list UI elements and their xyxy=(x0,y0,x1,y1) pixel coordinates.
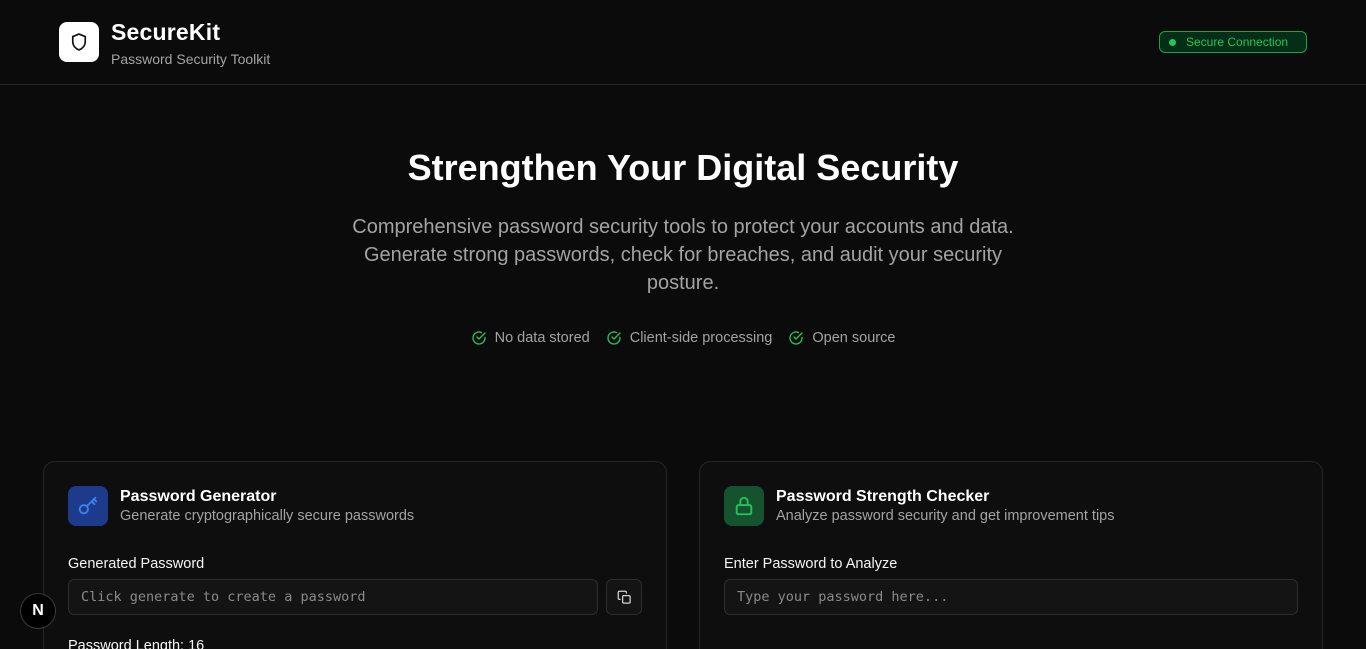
copy-icon xyxy=(617,590,631,604)
analyze-password-input[interactable] xyxy=(724,579,1298,615)
secure-connection-label: Secure Connection xyxy=(1186,35,1289,49)
hero-title: Strengthen Your Digital Security xyxy=(407,147,959,188)
check-circle-icon xyxy=(789,331,804,345)
generator-icon-box xyxy=(68,486,108,526)
copy-password-button[interactable] xyxy=(606,579,642,615)
check-circle-icon xyxy=(607,331,621,345)
generator-subtitle: Generate cryptographically secure passwo… xyxy=(120,508,415,524)
nextjs-logo-icon: N xyxy=(32,602,44,619)
generated-password-label: Generated Password xyxy=(68,556,205,572)
checker-icon-box xyxy=(724,486,764,526)
feature-item: Client-side processing xyxy=(606,330,773,346)
checker-subtitle: Analyze password security and get improv… xyxy=(776,508,1115,524)
hero-description: Comprehensive password security tools to… xyxy=(352,216,1014,294)
feature-item: No data stored xyxy=(471,330,590,346)
checker-title: Password Strength Checker xyxy=(776,488,990,505)
feature-item: Open source xyxy=(788,330,895,346)
generated-password-field[interactable] xyxy=(68,579,598,615)
feature-label: No data stored xyxy=(494,330,590,346)
logo[interactable] xyxy=(59,22,99,62)
secure-connection-badge: Secure Connection xyxy=(1159,31,1307,53)
generator-title: Password Generator xyxy=(120,488,277,505)
password-strength-checker-card: Password Strength Checker Analyze passwo… xyxy=(699,461,1323,649)
lock-icon xyxy=(735,496,753,516)
check-circle-icon xyxy=(471,331,486,345)
password-generator-card: Password Generator Generate cryptographi… xyxy=(43,461,667,649)
shield-icon xyxy=(71,33,87,51)
password-length-label: Password Length: 16 xyxy=(68,638,205,649)
key-icon xyxy=(78,496,98,515)
brand-name: SecureKit xyxy=(111,19,221,45)
feature-label: Open source xyxy=(812,330,896,346)
feature-list: No data stored Client-side processing Op… xyxy=(0,330,1366,346)
site-header: SecureKit Password Security Toolkit Secu… xyxy=(0,0,1366,85)
feature-label: Client-side processing xyxy=(629,330,773,346)
status-dot-icon xyxy=(1169,38,1176,46)
nextjs-dev-badge-button[interactable]: N xyxy=(20,593,56,629)
analyze-password-label: Enter Password to Analyze xyxy=(724,556,898,572)
brand-subtitle: Password Security Toolkit xyxy=(111,51,271,67)
